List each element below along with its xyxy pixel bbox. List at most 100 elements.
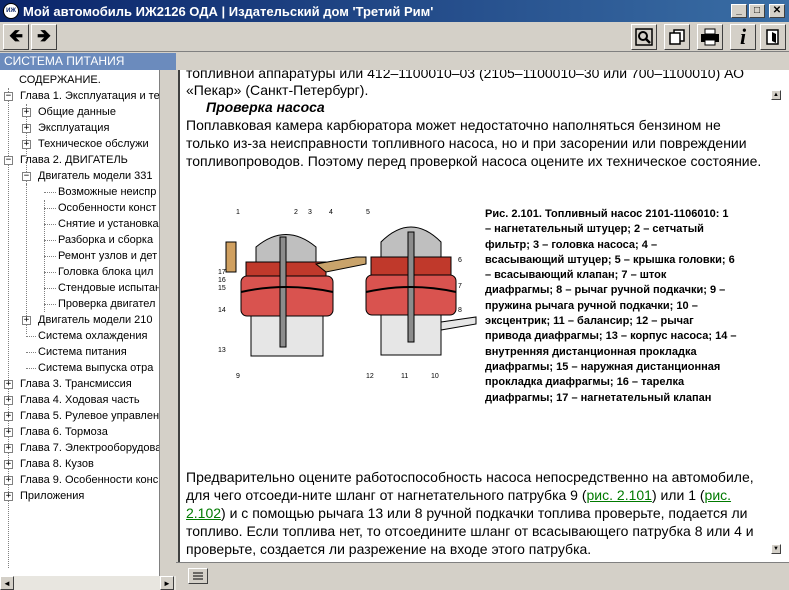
- expand-icon[interactable]: +: [4, 380, 13, 389]
- top-line-2: «Пекар» (Санкт-Петербург).: [186, 82, 369, 98]
- fuel-pump-figure: 1 2 3 4 5 6 7 8 9 10 11 12 13 14 15 16 1…: [218, 209, 477, 380]
- scroll-right-button[interactable]: ►: [160, 576, 174, 590]
- expand-icon[interactable]: +: [22, 108, 31, 117]
- figure-label: 1: [236, 209, 240, 216]
- toolbar: 🡸 🡺 i: [0, 22, 789, 52]
- tree-item[interactable]: Ремонт узлов и дет: [58, 248, 157, 264]
- tree-item[interactable]: Техническое обслужи: [38, 136, 149, 152]
- exit-button[interactable]: [760, 24, 786, 50]
- scroll-left-button[interactable]: ◄: [0, 576, 14, 590]
- maximize-button[interactable]: □: [749, 4, 765, 18]
- tree-item[interactable]: Глава 9. Особенности конс: [20, 472, 158, 488]
- contents-tree[interactable]: СОДЕРЖАНИЕ. Глава 1. Эксплуатация и те − Об…: [0, 70, 160, 576]
- page-list-button[interactable]: [188, 568, 208, 584]
- tree-item[interactable]: Глава 3. Трансмиссия: [20, 376, 132, 392]
- figure-label: 6: [458, 257, 462, 264]
- figure-label: 4: [329, 209, 333, 216]
- print-button[interactable]: [697, 24, 723, 50]
- figure-label: 13: [218, 347, 226, 354]
- forward-button[interactable]: 🡺: [31, 24, 57, 50]
- expand-icon[interactable]: +: [4, 460, 13, 469]
- right-pump-drawing: [365, 226, 477, 356]
- section-bar-filler: [176, 53, 789, 70]
- tree-item[interactable]: Эксплуатация: [38, 120, 109, 136]
- list-icon: [193, 572, 203, 580]
- figure-label: 17: [218, 269, 226, 276]
- figure-label: 3: [308, 209, 312, 216]
- tree-item[interactable]: Снятие и установка: [58, 216, 159, 232]
- expand-icon[interactable]: +: [4, 428, 13, 437]
- tree-item[interactable]: Особенности конст: [58, 200, 156, 216]
- tree-connector: [44, 288, 56, 289]
- tree-item[interactable]: Система выпуска отра: [38, 360, 153, 376]
- expand-icon[interactable]: +: [4, 396, 13, 405]
- expand-icon[interactable]: +: [4, 444, 13, 453]
- figure-label: 9: [236, 373, 240, 380]
- tree-item[interactable]: СОДЕРЖАНИЕ.: [19, 72, 101, 88]
- figure-label: 8: [458, 307, 462, 314]
- tree-item[interactable]: Глава 1. Эксплуатация и те: [20, 88, 159, 104]
- tree-connector: [44, 256, 56, 257]
- tree-item[interactable]: Двигатель модели 210: [38, 312, 153, 328]
- expand-icon[interactable]: +: [22, 140, 31, 149]
- tree-vertical-scrollbar[interactable]: [160, 70, 176, 576]
- tree-item[interactable]: Головка блока цил: [58, 264, 153, 280]
- expand-icon[interactable]: +: [4, 412, 13, 421]
- tree-item[interactable]: Глава 8. Кузов: [20, 456, 94, 472]
- arrow-right-icon: 🡺: [37, 25, 51, 45]
- collapse-icon[interactable]: −: [4, 92, 13, 101]
- article-content: топливной аппаратуры или 412–1100010–03 …: [178, 70, 768, 562]
- collapse-icon[interactable]: −: [22, 172, 31, 181]
- figure-label: 11: [401, 373, 408, 380]
- figure-label: 10: [431, 373, 439, 380]
- printer-icon: [701, 28, 719, 46]
- arrow-left-icon: 🡸: [9, 25, 23, 45]
- app-icon: ИЖ: [3, 3, 19, 19]
- scroll-down-button[interactable]: ▼: [771, 544, 781, 554]
- body-paragraph: Предварительно оцените работоспособность…: [186, 468, 764, 558]
- tree-connector: [44, 192, 56, 193]
- section-heading: Проверка насоса: [206, 99, 325, 115]
- collapse-icon[interactable]: −: [4, 156, 13, 165]
- tree-item[interactable]: Возможные неиспр: [58, 184, 156, 200]
- tree-connector: [44, 304, 56, 305]
- tree-item[interactable]: Приложения: [20, 488, 84, 504]
- scroll-up-button[interactable]: ▲: [771, 90, 781, 100]
- tree-item[interactable]: Разборка и сборка: [58, 232, 153, 248]
- figure-link-2-101[interactable]: рис. 2.101: [587, 487, 652, 503]
- tree-connector: [44, 272, 56, 273]
- tree-item[interactable]: Глава 5. Рулевое управлен: [20, 408, 159, 424]
- figure-label: 7: [458, 283, 462, 290]
- magnifier-icon: [635, 28, 653, 46]
- close-button[interactable]: ✕: [769, 4, 785, 18]
- expand-icon[interactable]: +: [4, 492, 13, 501]
- info-button[interactable]: i: [730, 24, 756, 50]
- figure-caption: Рис. 2.101. Топливный насос 2101-1106010…: [485, 208, 737, 404]
- info-icon: i: [739, 24, 747, 49]
- figure-label: 12: [366, 373, 374, 380]
- tree-item[interactable]: Проверка двигател: [58, 296, 155, 312]
- title-bar: ИЖ Мой автомобиль ИЖ2126 ОДА | Издательс…: [0, 0, 789, 22]
- minimize-button[interactable]: _: [731, 4, 747, 18]
- tree-horizontal-scrollbar[interactable]: ◄ ►: [0, 576, 176, 590]
- tree-item[interactable]: Глава 7. Электрооборудова: [20, 440, 159, 456]
- content-vertical-scrollbar[interactable]: ▲ ▼: [768, 70, 789, 562]
- tree-item[interactable]: Стендовые испытан: [58, 280, 159, 296]
- section-title: СИСТЕМА ПИТАНИЯ: [0, 53, 176, 70]
- expand-icon[interactable]: +: [22, 316, 31, 325]
- expand-icon[interactable]: +: [22, 124, 31, 133]
- pages-button[interactable]: [664, 24, 690, 50]
- tree-item[interactable]: Глава 4. Ходовая часть: [20, 392, 140, 408]
- exit-door-icon: [766, 29, 779, 45]
- back-button[interactable]: 🡸: [3, 24, 29, 50]
- expand-icon[interactable]: +: [4, 476, 13, 485]
- tree-item[interactable]: Общие данные: [38, 104, 116, 120]
- tree-item[interactable]: Двигатель модели 331: [38, 168, 153, 184]
- tree-item[interactable]: Глава 2. ДВИГАТЕЛЬ: [20, 152, 128, 168]
- tree-item[interactable]: Глава 6. Тормоза: [20, 424, 108, 440]
- search-button[interactable]: [631, 24, 657, 50]
- left-pump-drawing: [225, 234, 367, 357]
- tree-item[interactable]: Система питания: [38, 344, 127, 360]
- tree-item[interactable]: Система охлаждения: [38, 328, 147, 344]
- intro-paragraph: Поплавковая камера карбюратора может нед…: [186, 117, 762, 169]
